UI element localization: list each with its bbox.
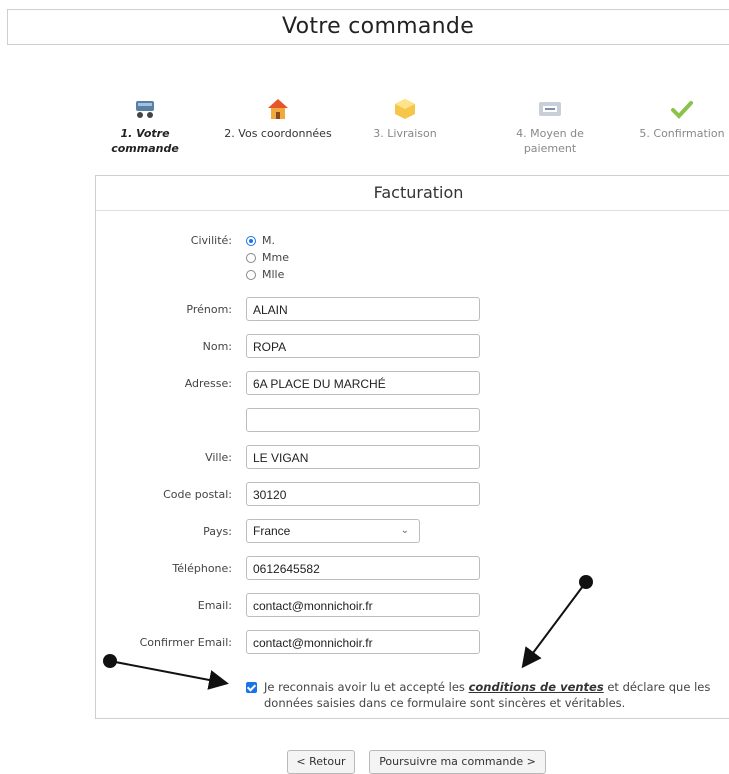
adresse-row: Adresse: 6A PLACE DU MARCHÉ [96,371,729,397]
step-label: 5. Confirmation [639,127,725,140]
adresse2-input[interactable] [246,408,480,432]
ville-label: Ville: [205,451,232,464]
telephone-input[interactable]: 0612645582 [246,556,480,580]
adresse-input[interactable]: 6A PLACE DU MARCHÉ [246,371,480,395]
billing-form: Facturation Civilité: M. Mme Mlle Prénom… [95,175,729,719]
consent-block: Je reconnais avoir lu et accepté les con… [246,679,716,711]
consent-text: Je reconnais avoir lu et accepté les con… [264,679,716,711]
radio-button[interactable] [246,269,256,280]
conditions-link[interactable]: conditions de ventes [469,680,604,694]
prenom-label: Prénom: [186,303,232,316]
telephone-label: Téléphone: [172,562,232,575]
consent-text-before: Je reconnais avoir lu et accepté les [264,680,469,694]
step-confirmation[interactable]: 5. Confirmation [622,98,729,141]
pays-select[interactable]: France ⌄ [246,519,420,543]
step-label: 3. Livraison [373,127,437,140]
code-postal-row: Code postal: 30120 [96,482,729,508]
ville-input[interactable]: LE VIGAN [246,445,480,469]
continue-order-button[interactable]: Poursuivre ma commande > [369,750,546,774]
pays-value: France [253,524,291,538]
radio-mme[interactable]: Mme [246,249,289,266]
radio-m[interactable]: M. [246,232,289,249]
consent-checkbox[interactable] [246,682,257,693]
confirm-email-label: Confirmer Email: [139,636,232,649]
confirm-email-input[interactable]: contact@monnichoir.fr [246,630,480,654]
civility-label: Civilité: [190,234,232,247]
email-row: Email: contact@monnichoir.fr [96,593,729,619]
checkmark-icon [622,98,729,120]
step-moyen-de-paiement[interactable]: 4. Moyen de paiement [490,98,610,156]
telephone-row: Téléphone: 0612645582 [96,556,729,582]
adresse2-row [96,408,729,434]
radio-button[interactable] [246,252,256,263]
radio-button[interactable] [246,235,256,246]
chevron-down-icon: ⌄ [400,525,409,536]
nom-label: Nom: [202,340,232,353]
step-label: 1. Votre commande [111,127,179,155]
radio-label: M. [262,234,275,247]
pays-label: Pays: [203,525,232,538]
ville-row: Ville: LE VIGAN [96,445,729,471]
nom-row: Nom: ROPA [96,334,729,360]
step-votre-commande[interactable]: 1. Votre commande [88,98,202,156]
package-icon [350,98,460,120]
prenom-input[interactable]: ALAIN [246,297,480,321]
code-postal-input[interactable]: 30120 [246,482,480,506]
prenom-row: Prénom: ALAIN [96,297,729,323]
nom-input[interactable]: ROPA [246,334,480,358]
radio-mlle[interactable]: Mlle [246,266,289,283]
billing-heading: Facturation [96,176,729,211]
page-title: Votre commande [7,9,729,45]
confirm-email-row: Confirmer Email: contact@monnichoir.fr [96,630,729,656]
step-label: 2. Vos coordonnées [224,127,332,140]
radio-label: Mme [262,251,289,264]
step-label: 4. Moyen de paiement [516,127,584,155]
step-livraison[interactable]: 3. Livraison [350,98,460,141]
house-icon [216,98,340,120]
credit-card-icon [490,98,610,120]
checkout-steps: 1. Votre commande 2. Vos coordonnées 3. … [0,98,729,168]
civility-row: Civilité: [96,228,729,254]
back-button[interactable]: < Retour [287,750,355,774]
civility-radio-group: M. Mme Mlle [246,232,289,283]
step-vos-coordonnees[interactable]: 2. Vos coordonnées [216,98,340,141]
shopping-cart-icon [88,98,202,120]
email-input[interactable]: contact@monnichoir.fr [246,593,480,617]
adresse-label: Adresse: [184,377,232,390]
email-label: Email: [197,599,232,612]
code-postal-label: Code postal: [163,488,232,501]
pays-row: Pays: France ⌄ [96,519,729,545]
radio-label: Mlle [262,268,285,281]
